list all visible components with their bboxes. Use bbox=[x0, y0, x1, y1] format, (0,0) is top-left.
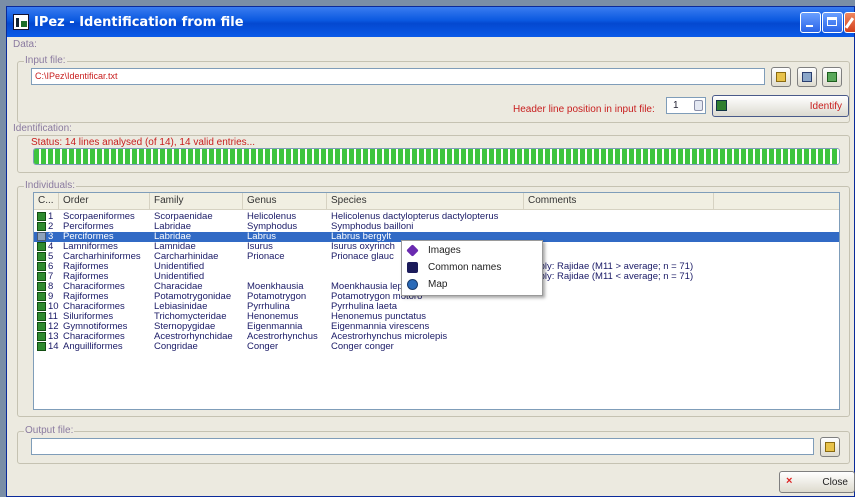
table-header: C... Order Family Genus Species Comments bbox=[34, 193, 839, 210]
fish-icon bbox=[37, 272, 46, 281]
common-names-icon bbox=[407, 262, 418, 273]
cell-order: Anguilliformes bbox=[63, 341, 123, 352]
header-line-value: 1 bbox=[673, 100, 679, 111]
data-section-label: Data: bbox=[13, 39, 37, 50]
app-icon bbox=[13, 14, 29, 30]
column-header-order[interactable]: Order bbox=[59, 193, 150, 209]
context-menu: Images Common names Map bbox=[401, 240, 543, 296]
identify-button-label: Identify bbox=[809, 101, 842, 112]
fish-icon bbox=[37, 292, 46, 301]
fish-icon bbox=[37, 282, 46, 291]
print-icon bbox=[802, 72, 812, 82]
cell-genus: Conger bbox=[247, 341, 279, 352]
context-item-label: Images bbox=[428, 245, 461, 256]
output-file-field[interactable] bbox=[31, 438, 814, 455]
context-item-label: Map bbox=[428, 279, 448, 290]
identification-label: Identification: bbox=[13, 123, 72, 134]
window-title: IPez - Identification from file bbox=[34, 15, 244, 30]
images-icon bbox=[406, 244, 419, 257]
export-button[interactable] bbox=[822, 67, 842, 87]
individuals-table[interactable]: C... Order Family Genus Species Comments… bbox=[33, 192, 840, 410]
cell-comments: ssibly: Rajidae (M11 < average; n = 71) bbox=[528, 271, 694, 282]
cell-species: Prionace glauc bbox=[331, 251, 394, 262]
identify-icon bbox=[716, 100, 727, 111]
context-item-label: Common names bbox=[428, 262, 502, 273]
close-button[interactable]: × Close bbox=[779, 471, 855, 493]
folder-icon bbox=[825, 442, 835, 452]
fish-icon bbox=[37, 302, 46, 311]
column-header-family[interactable]: Family bbox=[150, 193, 243, 209]
cell-species: Conger conger bbox=[331, 341, 394, 352]
context-item-images[interactable]: Images bbox=[402, 243, 540, 259]
progress-fill bbox=[34, 149, 839, 164]
maximize-button[interactable] bbox=[822, 12, 843, 33]
browse-output-button[interactable] bbox=[820, 437, 840, 457]
fish-icon bbox=[37, 322, 46, 331]
table-row[interactable]: 14 Anguilliformes Congridae Conger Conger co… bbox=[34, 342, 839, 352]
fish-icon bbox=[37, 312, 46, 321]
progress-bar bbox=[33, 148, 840, 165]
fish-icon bbox=[37, 232, 46, 241]
close-window-button[interactable] bbox=[844, 12, 855, 33]
map-icon bbox=[407, 279, 418, 290]
spin-arrows-icon[interactable] bbox=[694, 100, 703, 111]
identify-button[interactable]: Identify bbox=[712, 95, 849, 117]
cell-family: Congridae bbox=[154, 341, 198, 352]
output-file-label: Output file: bbox=[24, 425, 75, 436]
title-bar[interactable]: IPez - Identification from file bbox=[7, 7, 855, 37]
fish-icon bbox=[37, 252, 46, 261]
fish-icon bbox=[37, 332, 46, 341]
fish-icon bbox=[37, 222, 46, 231]
column-header-species[interactable]: Species bbox=[327, 193, 524, 209]
cell-count: 14 bbox=[48, 341, 59, 352]
column-header-genus[interactable]: Genus bbox=[243, 193, 327, 209]
header-line-label: Header line position in input file: bbox=[513, 104, 655, 115]
status-text: Status: 14 lines analysed (of 14), 14 va… bbox=[31, 137, 256, 148]
context-item-common-names[interactable]: Common names bbox=[402, 260, 540, 276]
column-header-comments[interactable]: Comments bbox=[524, 193, 714, 209]
print-button[interactable] bbox=[797, 67, 817, 87]
fish-icon bbox=[37, 262, 46, 271]
export-icon bbox=[827, 72, 837, 82]
browse-input-button[interactable] bbox=[771, 67, 791, 87]
fish-icon bbox=[37, 242, 46, 251]
minimize-button[interactable] bbox=[800, 12, 821, 33]
input-file-field[interactable]: C:\IPez\Identificar.txt bbox=[31, 68, 765, 85]
fish-icon bbox=[37, 212, 46, 221]
fish-icon bbox=[37, 342, 46, 351]
context-item-map[interactable]: Map bbox=[402, 277, 540, 293]
close-icon: × bbox=[786, 475, 793, 487]
cell-genus: Prionace bbox=[247, 251, 285, 262]
individuals-label: Individuals: bbox=[24, 180, 77, 191]
close-button-label: Close bbox=[822, 477, 848, 488]
column-header-count[interactable]: C... bbox=[34, 193, 59, 209]
folder-icon bbox=[776, 72, 786, 82]
header-line-stepper[interactable]: 1 bbox=[666, 97, 706, 114]
input-file-label: Input file: bbox=[24, 55, 67, 66]
